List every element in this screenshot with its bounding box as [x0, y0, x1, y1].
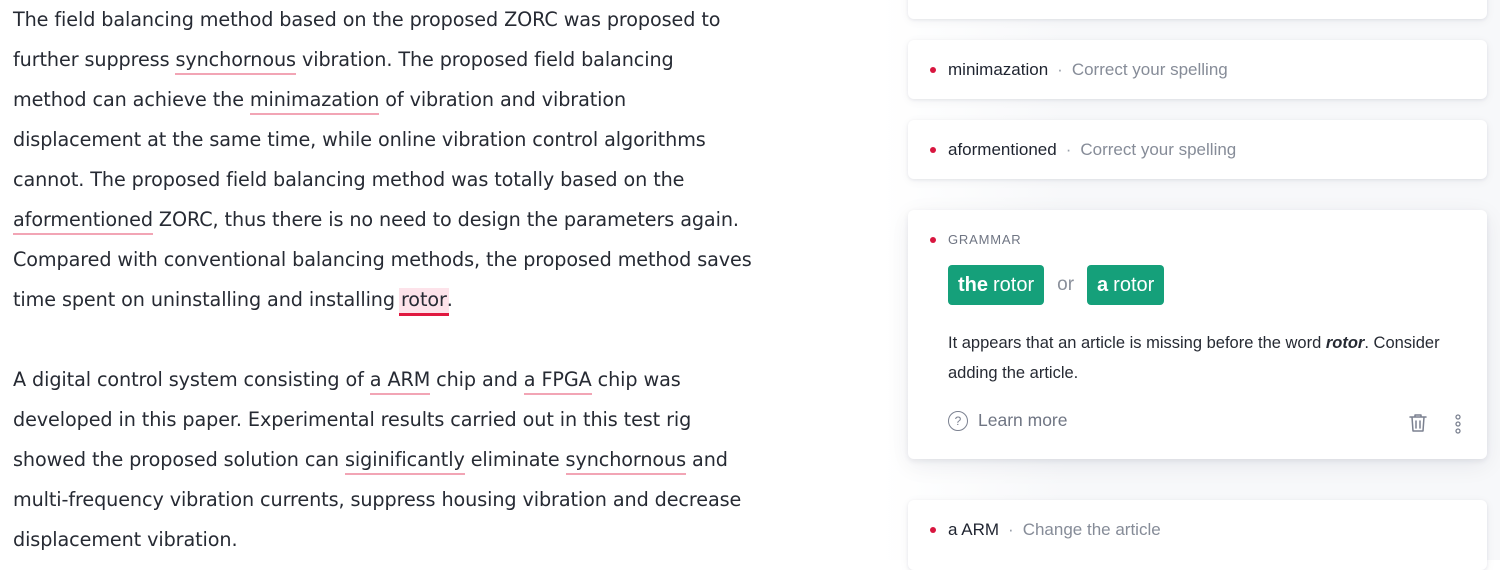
suggestion-a-rotor-button[interactable]: a rotor [1087, 265, 1165, 305]
learn-more-label: Learn more [978, 410, 1068, 430]
or-label: or [1057, 274, 1075, 295]
question-circle-icon: ? [948, 410, 968, 431]
error-dot-icon [930, 66, 936, 73]
suggestion-hint: Correct your spelling [1080, 139, 1237, 159]
article-error-a-fpga[interactable]: a FPGA [523, 368, 592, 395]
suggestion-rest-part: rotor [993, 273, 1035, 296]
spelling-error-minimazation[interactable]: minimazation [249, 88, 379, 115]
spelling-error-aformentioned[interactable]: aformentioned [13, 208, 153, 235]
suggestion-word: minimazation [948, 59, 1049, 79]
more-vertical-icon[interactable] [1451, 413, 1465, 435]
separator: · [1008, 519, 1014, 539]
desc-text: It appears that an article is missing be… [948, 334, 1326, 352]
suggestion-the-rotor-button[interactable]: the rotor [948, 265, 1045, 305]
text: chip and [430, 368, 524, 391]
suggestion-card-aformentioned[interactable]: aformentioned · Correct your spelling [908, 120, 1487, 179]
text: . [446, 288, 453, 311]
separator: · [1057, 59, 1063, 79]
category-label: GRAMMAR [948, 232, 1022, 247]
suggestion-card-minimazation[interactable]: minimazation · Correct your spelling [908, 40, 1487, 99]
text: eliminate [464, 448, 566, 471]
suggestion-word: a ARM [948, 519, 1000, 539]
spelling-error-synchornous[interactable]: synchornous [175, 48, 296, 75]
spelling-error-siginificantly[interactable]: siginificantly [345, 448, 465, 475]
text: A digital control system consisting of [13, 368, 370, 391]
suggestion-rest-part: rotor [1113, 273, 1155, 296]
separator: · [1065, 139, 1072, 159]
suggestion-word: aformentioned [948, 139, 1057, 159]
suggestion-card-partial[interactable] [908, 0, 1487, 19]
error-dot-icon [930, 236, 936, 243]
suggestion-bold-part: a [1097, 273, 1109, 296]
article-error-a-arm[interactable]: a ARM [369, 368, 430, 395]
suggestion-hint: Change the article [1022, 519, 1161, 539]
trash-icon[interactable] [1406, 411, 1430, 435]
document-editor[interactable]: The field balancing method based on the … [13, 0, 753, 560]
suggestion-description: It appears that an article is missing be… [948, 328, 1448, 388]
suggestion-card-grammar-expanded[interactable]: GRAMMAR the rotor or a rotor It appears th… [908, 210, 1487, 459]
learn-more-link[interactable]: ? Learn more [948, 410, 1068, 431]
error-dot-icon [930, 526, 936, 533]
spelling-error-synchornous-2[interactable]: synchornous [565, 448, 686, 475]
suggestion-hint: Correct your spelling [1071, 59, 1228, 79]
error-dot-icon [930, 146, 936, 153]
desc-highlight-word: rotor [1325, 334, 1365, 352]
grammar-error-rotor[interactable]: rotor [398, 288, 449, 316]
paragraph-2[interactable]: A digital control system consisting of a… [13, 360, 753, 560]
paragraph-1[interactable]: The field balancing method based on the … [13, 0, 753, 320]
suggestion-bold-part: the [958, 273, 988, 296]
